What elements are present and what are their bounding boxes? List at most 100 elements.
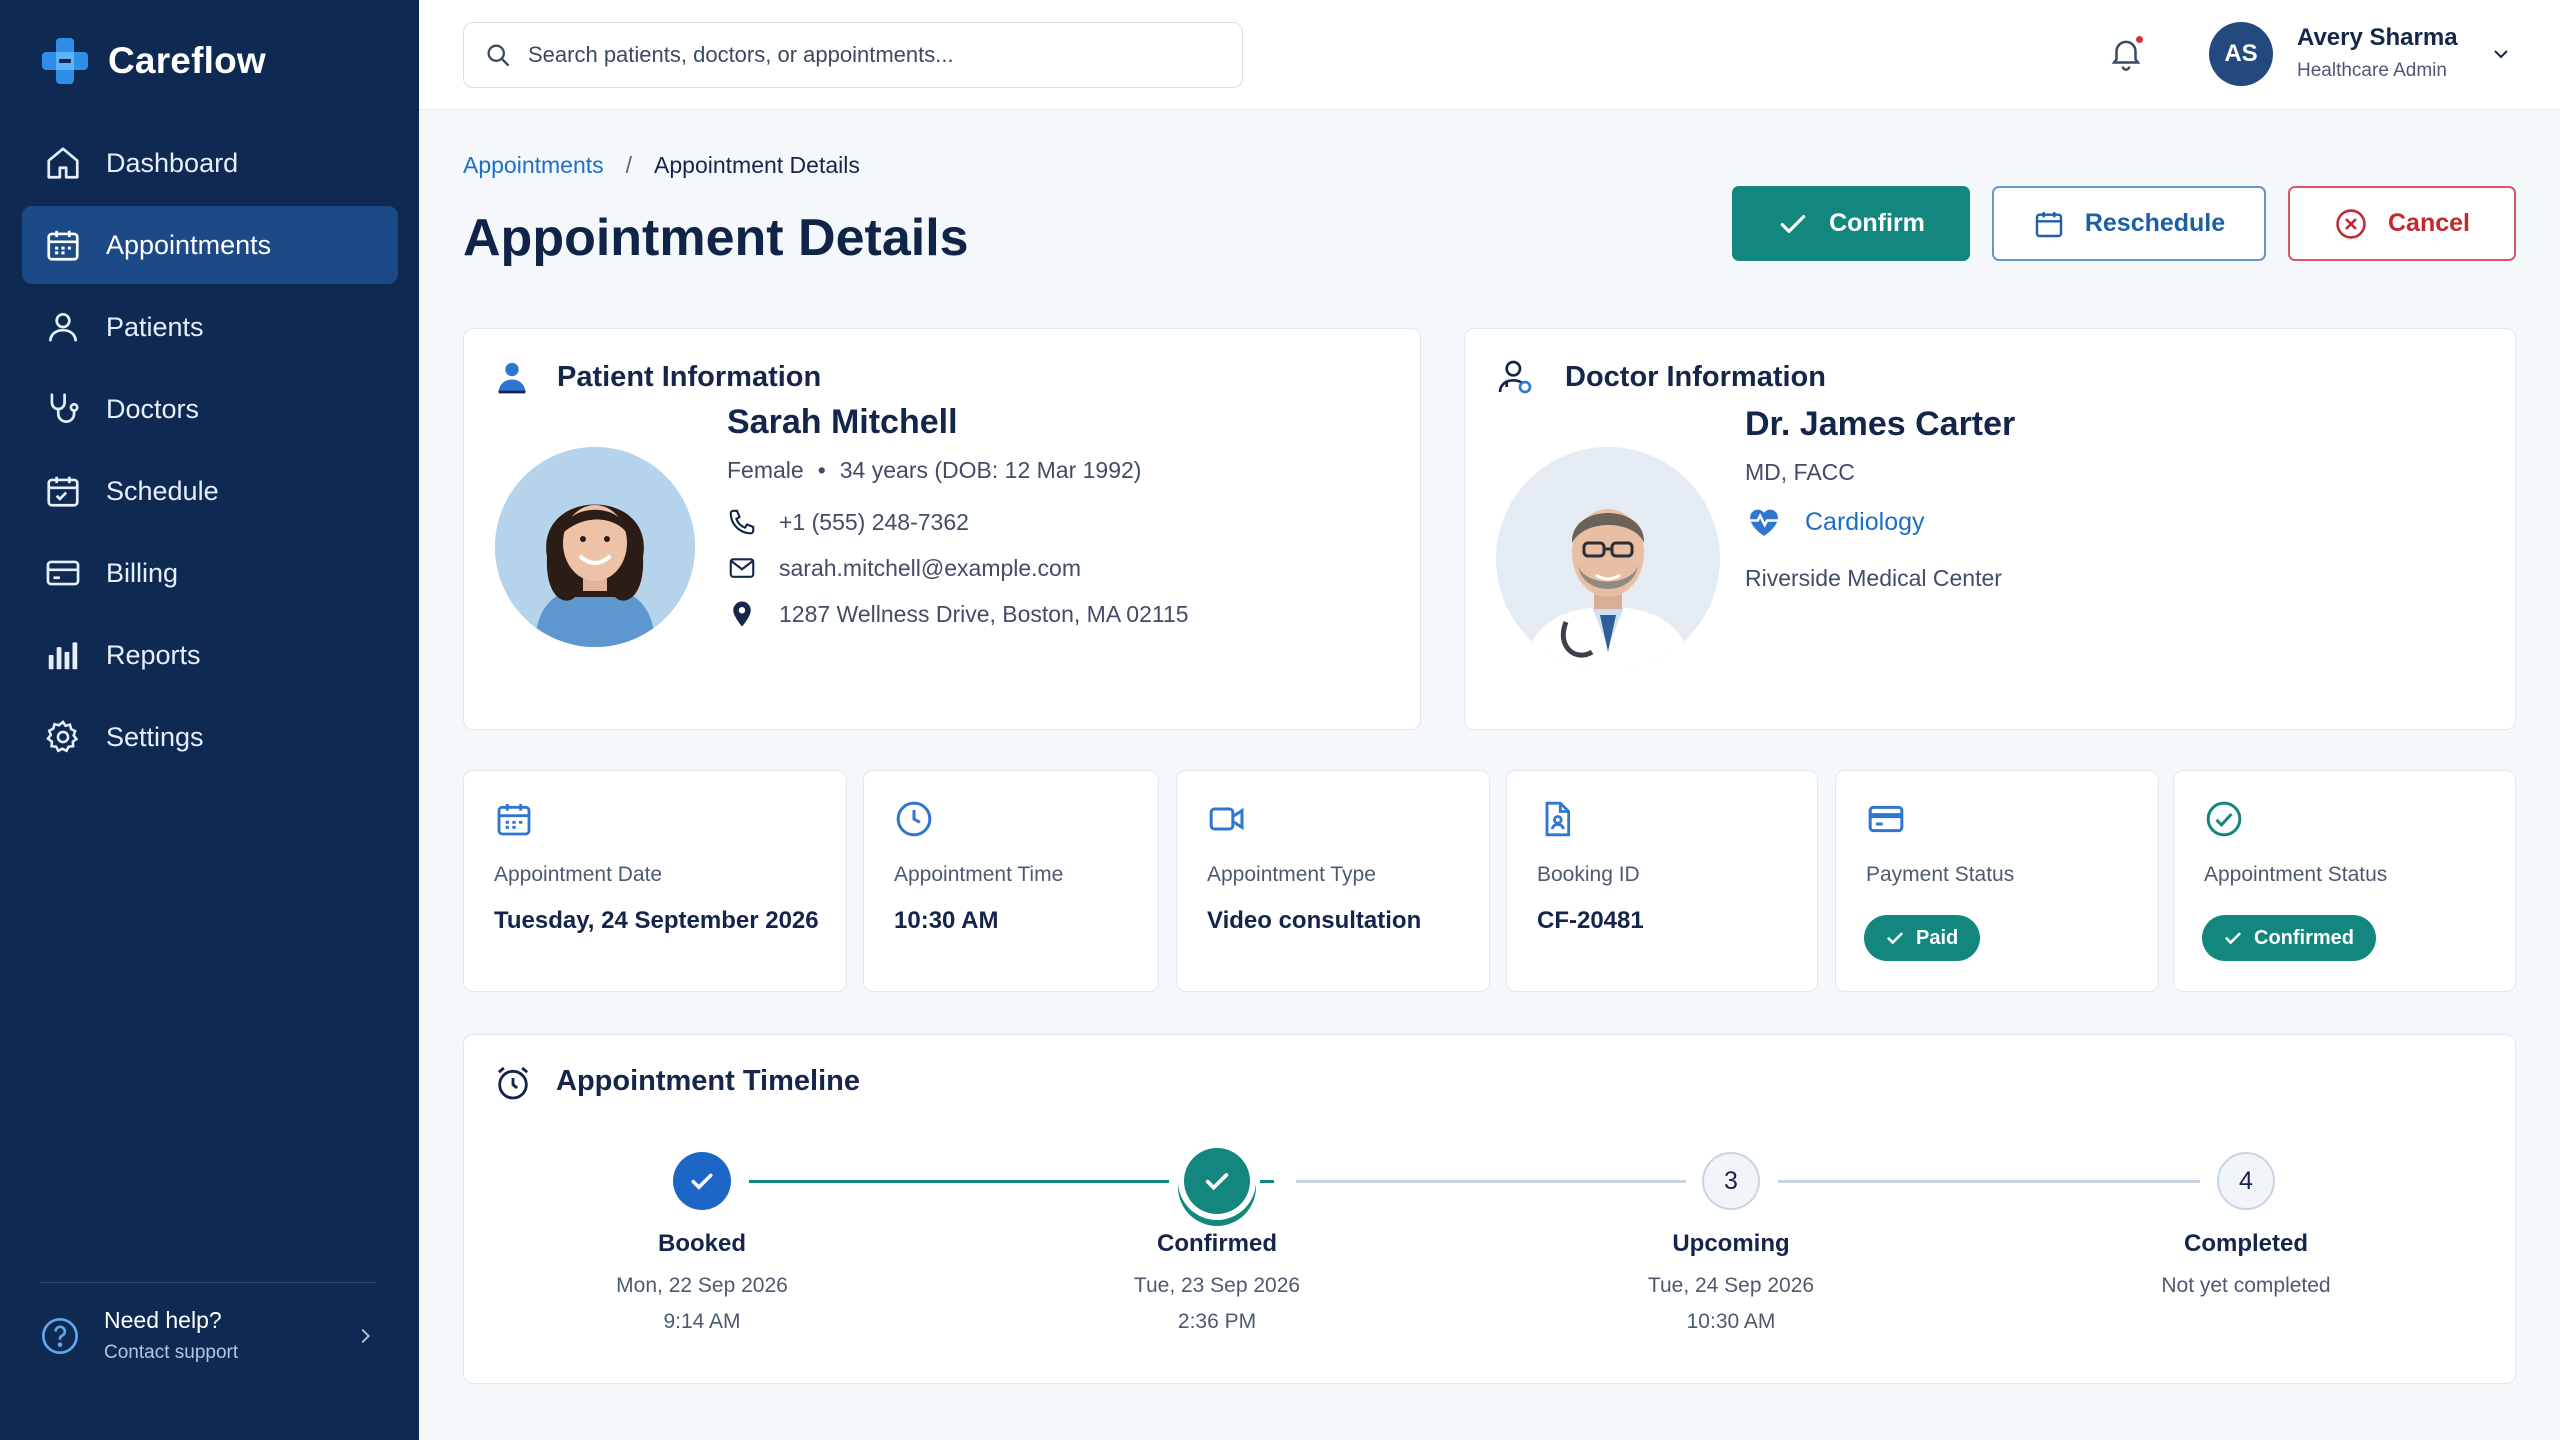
mail-icon [729, 558, 755, 578]
home-icon [47, 147, 79, 179]
calendar-icon [497, 804, 531, 836]
timeline-step-date: Mon, 22 Sep 2026 [616, 1274, 788, 1297]
timeline-step-title: Booked [657, 1230, 746, 1257]
help-circle-icon [42, 1317, 78, 1354]
help-link[interactable]: Need help? Contact support [40, 1282, 376, 1364]
timeline-step-title: Upcoming [1672, 1230, 1790, 1257]
timeline-section-title: Appointment Timeline [556, 1065, 860, 1097]
doctor-icon [1498, 360, 1532, 394]
reschedule-button[interactable]: Reschedule [1992, 186, 2266, 261]
sidebar-item-patients[interactable]: Patients [22, 288, 398, 366]
cancel-button[interactable]: Cancel [2288, 186, 2516, 261]
timeline-connector-pending [1296, 1180, 1686, 1183]
timeline-connector-complete [749, 1180, 1169, 1183]
patient-phone-row[interactable]: +1 (555) 248-7362 [727, 507, 969, 537]
notification-dot [2134, 34, 2145, 45]
timeline-step-date: Tue, 24 Sep 2026 [1647, 1274, 1815, 1297]
stat-label: Appointment Date [494, 863, 663, 886]
sidebar-item-label: Doctors [106, 393, 200, 424]
sidebar-item-settings[interactable]: Settings [22, 698, 398, 776]
sidebar-item-billing[interactable]: Billing [22, 534, 398, 612]
sidebar: Careflow Dashboard Appointments Patients… [0, 0, 419, 1440]
doctor-name: Dr. James Carter [1745, 405, 2016, 443]
patient-photo [495, 447, 695, 647]
bar-chart-icon [48, 642, 78, 670]
confirm-button-label: Confirm [1829, 209, 1925, 237]
stat-card-booking-id: Booking ID CF-20481 [1506, 770, 1818, 992]
stat-label: Appointment Type [1207, 863, 1376, 886]
brand[interactable]: Careflow [40, 34, 266, 88]
breadcrumb-appointments-link[interactable]: Appointments [463, 152, 604, 179]
timeline-step-booked-node [673, 1152, 731, 1210]
stat-card-type: Appointment Type Video consultation [1176, 770, 1490, 992]
sidebar-item-label: Reports [106, 639, 201, 670]
patient-gender: Female [727, 457, 804, 483]
search-icon [487, 44, 510, 67]
credit-card-icon [1868, 805, 1904, 833]
search-input[interactable] [528, 42, 1228, 68]
stat-card-time: Appointment Time 10:30 AM [863, 770, 1159, 992]
video-camera-icon [1209, 807, 1244, 831]
timeline-step-booked: Booked Mon, 22 Sep 2026 9:14 AM [542, 1230, 862, 1340]
chevron-right-icon [361, 1328, 370, 1343]
sidebar-item-label: Dashboard [106, 147, 239, 178]
timeline-connector-pending [1778, 1180, 2200, 1183]
doctor-credentials: MD, FACC [1745, 459, 1855, 485]
timeline-step-date: Tue, 23 Sep 2026 [1133, 1274, 1301, 1297]
check-icon [1780, 214, 1806, 233]
doctor-avatar-illustration [1496, 447, 1720, 671]
sidebar-item-reports[interactable]: Reports [22, 616, 398, 694]
sidebar-item-doctors[interactable]: Doctors [22, 370, 398, 448]
doctor-specialty: Cardiology [1805, 507, 1925, 536]
reschedule-button-label: Reschedule [2084, 209, 2226, 237]
timeline-step-time: 2:36 PM [1177, 1310, 1257, 1333]
stat-label: Appointment Time [894, 863, 1064, 886]
sidebar-nav: Dashboard Appointments Patients Doctors … [22, 124, 398, 780]
patient-address: 1287 Wellness Drive, Boston, MA 02115 [779, 600, 1189, 627]
stat-card-date: Appointment Date Tuesday, 24 September 2… [463, 770, 847, 992]
payment-status-badge: Paid [1864, 915, 1981, 961]
timeline-step-completed: Completed Not yet completed [2086, 1230, 2406, 1304]
stat-label: Payment Status [1866, 863, 2015, 886]
booking-id: CF-20481 [1537, 907, 1644, 934]
breadcrumb-separator: / [625, 152, 633, 178]
sidebar-item-dashboard[interactable]: Dashboard [22, 124, 398, 202]
search-box[interactable] [463, 22, 1243, 88]
user-avatar[interactable]: AS [2209, 22, 2273, 86]
chevron-down-icon[interactable] [2489, 42, 2513, 66]
sidebar-item-appointments[interactable]: Appointments [22, 206, 398, 284]
sidebar-item-schedule[interactable]: Schedule [22, 452, 398, 530]
patient-avatar-illustration [495, 447, 695, 647]
breadcrumb-current: Appointment Details [654, 152, 860, 178]
patient-section-title: Patient Information [557, 361, 822, 393]
patient-age: 34 years (DOB: 12 Mar 1992) [839, 457, 1142, 483]
clock-icon [896, 801, 932, 837]
appointment-status-badge: Confirmed [2202, 915, 2376, 961]
page-title: Appointment Details [463, 209, 969, 267]
document-id-icon [1545, 801, 1571, 837]
user-role: Healthcare Admin [2297, 60, 2447, 81]
timeline-step-confirmed-node [1184, 1148, 1250, 1214]
user-menu[interactable]: Avery Sharma Healthcare Admin [2297, 24, 2458, 82]
help-title: Need help? [104, 1307, 222, 1333]
confirm-button[interactable]: Confirm [1732, 186, 1970, 261]
credit-card-icon [46, 560, 80, 586]
stat-card-status: Appointment Status Confirmed [2173, 770, 2516, 992]
appointment-type: Video consultation [1207, 907, 1422, 934]
timeline-step-title: Confirmed [1157, 1230, 1277, 1257]
patient-phone: +1 (555) 248-7362 [779, 508, 969, 535]
timeline-step-confirmed: Confirmed Tue, 23 Sep 2026 2:36 PM [1057, 1230, 1377, 1340]
patient-demographics: Female • 34 years (DOB: 12 Mar 1992) [727, 457, 1141, 484]
bullet-separator: • [817, 457, 826, 483]
brand-name: Careflow [108, 40, 266, 81]
patient-name: Sarah Mitchell [727, 403, 958, 441]
medical-cross-logo-icon [42, 38, 88, 84]
timeline-step-upcoming: Upcoming Tue, 24 Sep 2026 10:30 AM [1571, 1230, 1891, 1340]
check-icon [2225, 932, 2241, 945]
timeline-step-completed-node: 4 [2217, 1152, 2275, 1210]
doctor-photo [1496, 447, 1720, 671]
timeline-step-title: Completed [2183, 1230, 2308, 1257]
stethoscope-icon [50, 393, 79, 423]
notifications-button[interactable] [2107, 34, 2147, 74]
patient-email-row[interactable]: sarah.mitchell@example.com [727, 553, 1081, 583]
